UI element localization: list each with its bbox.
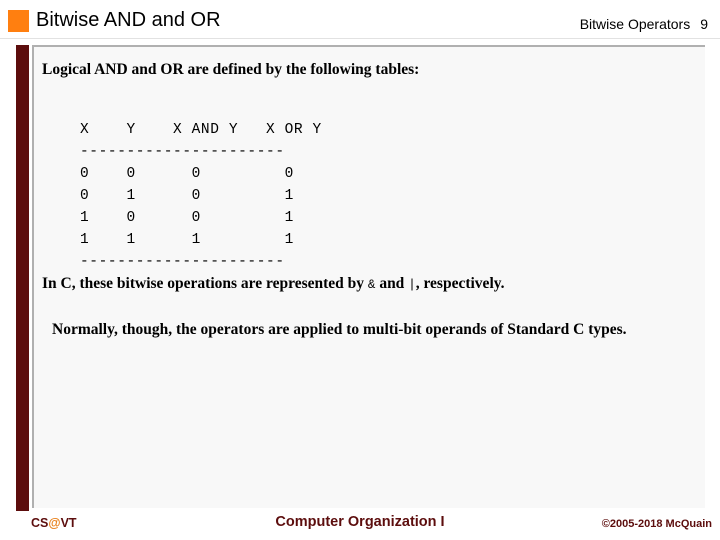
header-subtitle: Bitwise Operators [579, 16, 691, 32]
normally-text: Normally, though, the operators are appl… [52, 321, 627, 338]
c-operators-prefix: In C, these bitwise operations are repre… [42, 275, 368, 292]
header-divider [0, 38, 720, 39]
slide-header: Bitwise AND and OR Bitwise Operators 9 [0, 0, 720, 40]
slide-footer: CS@VT Computer Organization I ©2005-2018… [0, 510, 720, 540]
header-accent-square-icon [8, 10, 29, 32]
header-subtitle-group: Bitwise Operators 9 [580, 16, 708, 32]
left-accent-bar [16, 45, 29, 511]
c-operators-text: In C, these bitwise operations are repre… [42, 275, 505, 293]
footer-copyright: ©2005-2018 McQuain [601, 518, 712, 530]
or-operator-symbol: | [408, 278, 416, 292]
page-title: Bitwise AND and OR [36, 9, 221, 31]
c-operators-middle: and [375, 275, 409, 292]
intro-text: Logical AND and OR are defined by the fo… [42, 61, 420, 78]
content-panel: Logical AND and OR are defined by the fo… [32, 45, 705, 508]
slide-number: 9 [700, 16, 708, 32]
truth-table: X Y X AND Y X OR Y ---------------------… [80, 121, 322, 270]
c-operators-suffix: , respectively. [415, 275, 505, 292]
